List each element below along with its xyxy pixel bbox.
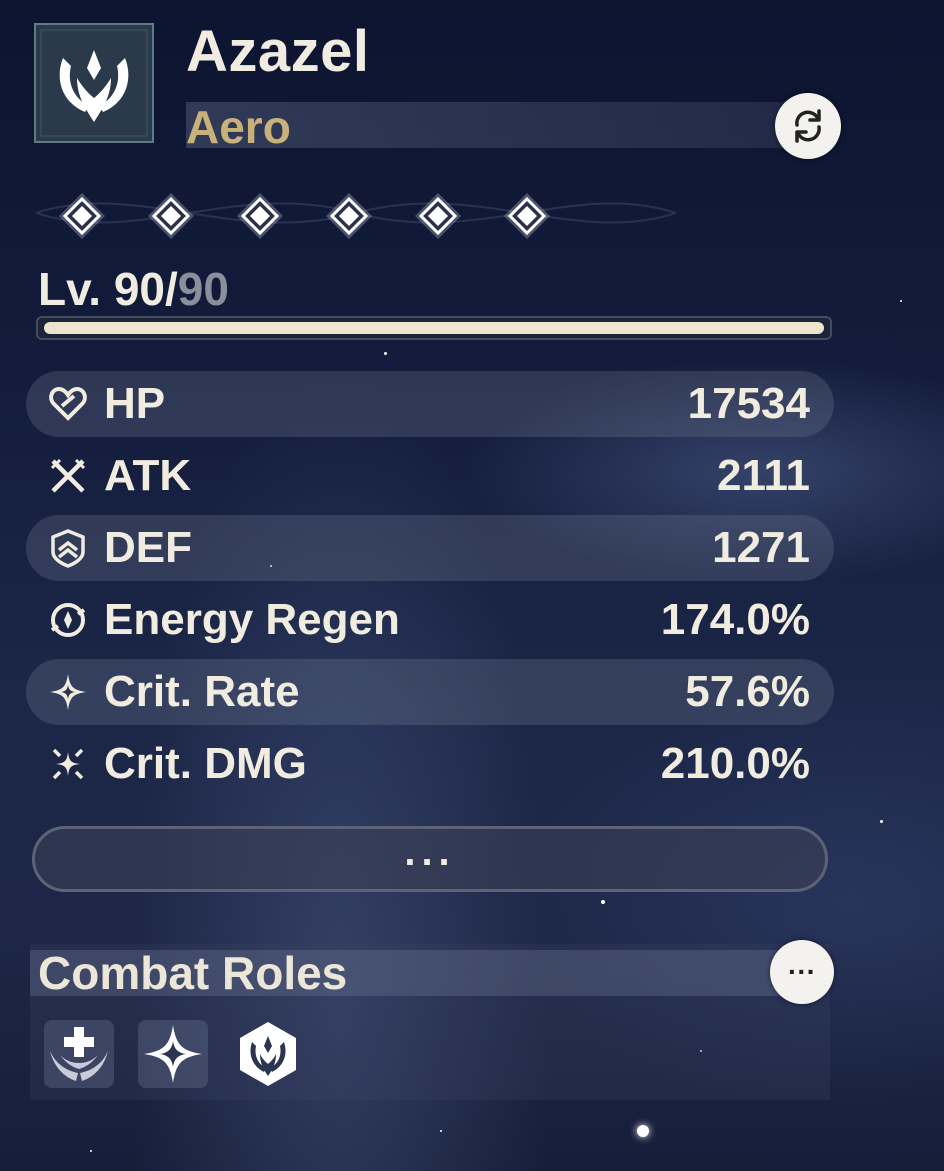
- stat-label: HP: [104, 379, 166, 428]
- stat-value: 1271: [712, 523, 810, 572]
- sequence-node-2[interactable]: [147, 192, 195, 240]
- role-healer[interactable]: [44, 1020, 114, 1088]
- stat-row-atk[interactable]: ATK 2111: [26, 440, 834, 512]
- more-stats-button[interactable]: ...: [32, 826, 828, 892]
- combat-roles-title: Combat Roles: [38, 947, 348, 999]
- level-label: Lv. 90/90: [38, 262, 229, 316]
- star: [900, 300, 902, 302]
- more-stats-label: ...: [404, 830, 456, 874]
- stat-row-crit-rate[interactable]: Crit. Rate 57.6%: [26, 659, 834, 725]
- character-name: Azazel: [186, 19, 370, 84]
- level-max: 90: [177, 263, 229, 315]
- stats-list: HP 17534 ATK 2111 DEF 1271 Energy Regen 174.0% C…: [26, 368, 834, 800]
- stat-row-crit-dmg[interactable]: Crit. DMG 210.0%: [26, 728, 834, 800]
- character-element: Aero: [186, 101, 291, 153]
- stat-label: ATK: [104, 451, 192, 500]
- refresh-swap-icon: [795, 109, 821, 143]
- aero-emblem-icon: [34, 23, 154, 143]
- four-point-star-icon: [144, 1025, 202, 1083]
- crit-dmg-stars-icon: [46, 742, 90, 786]
- level-progress-fill: [44, 322, 824, 334]
- stat-value: 2111: [716, 451, 810, 500]
- level-separator: /: [165, 263, 178, 315]
- star: [880, 820, 883, 823]
- role-crit[interactable]: [138, 1020, 208, 1088]
- diamond-icon: [326, 193, 372, 239]
- diamond-icon: [504, 193, 550, 239]
- sequence-node-6[interactable]: [503, 192, 551, 240]
- star: [440, 1130, 442, 1132]
- stat-value: 210.0%: [660, 739, 810, 788]
- stat-label: Crit. DMG: [104, 739, 307, 788]
- sequence-nodes: [58, 192, 551, 240]
- stat-row-def[interactable]: DEF 1271: [26, 515, 834, 581]
- stat-row-energy-regen[interactable]: Energy Regen 174.0%: [26, 584, 834, 656]
- crit-rate-star-icon: [46, 670, 90, 714]
- stat-label: Crit. Rate: [104, 667, 300, 716]
- aero-hexagon-icon: [240, 1022, 296, 1086]
- diamond-icon: [148, 193, 194, 239]
- stat-label: DEF: [104, 523, 192, 572]
- star: [601, 900, 605, 904]
- diamond-icon: [237, 193, 283, 239]
- shield-icon: [46, 526, 90, 570]
- star: [384, 352, 387, 355]
- stat-value: 17534: [687, 379, 810, 428]
- bright-star: [637, 1125, 649, 1137]
- stat-value: 57.6%: [685, 667, 810, 716]
- sequence-node-3[interactable]: [236, 192, 284, 240]
- energy-regen-icon: [46, 598, 90, 642]
- stat-row-hp[interactable]: HP 17534: [26, 371, 834, 437]
- sequence-node-5[interactable]: [414, 192, 462, 240]
- role-aero[interactable]: [233, 1020, 303, 1088]
- character-emblem: [33, 22, 155, 144]
- healer-wings-icon: [50, 1027, 108, 1081]
- sequence-node-4[interactable]: [325, 192, 373, 240]
- combat-roles-more-button[interactable]: ···: [770, 940, 834, 1004]
- stat-label: Energy Regen: [104, 595, 400, 644]
- stat-value: 174.0%: [660, 595, 810, 644]
- heart-icon: [46, 382, 90, 426]
- diamond-icon: [59, 193, 105, 239]
- crossed-swords-icon: [46, 454, 90, 498]
- level-progress-bar: [36, 316, 832, 340]
- level-prefix: Lv.: [38, 263, 114, 315]
- diamond-icon: [415, 193, 461, 239]
- swap-character-button[interactable]: [775, 93, 841, 159]
- sequence-node-1[interactable]: [58, 192, 106, 240]
- star: [90, 1150, 92, 1152]
- level-current: 90: [113, 263, 165, 315]
